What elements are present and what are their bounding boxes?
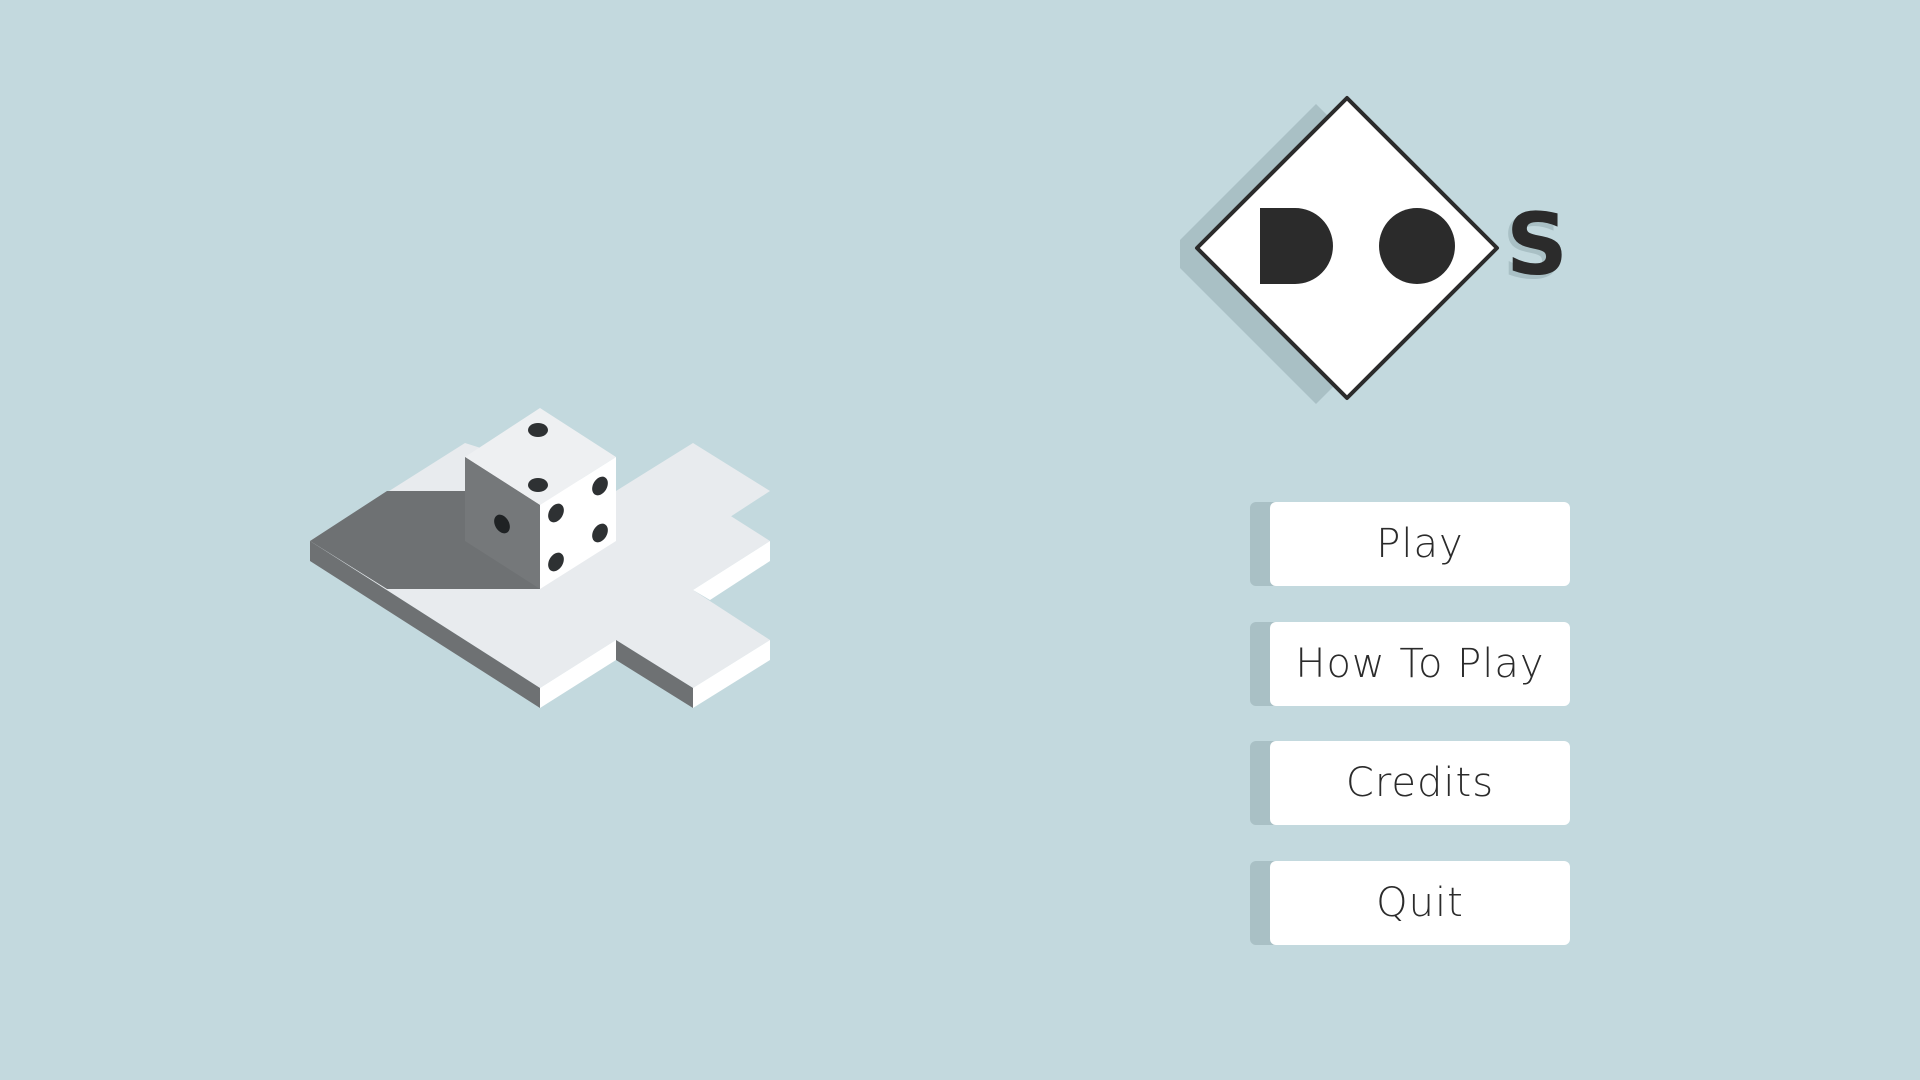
button-face[interactable]: Quit (1270, 860, 1570, 945)
credits-button[interactable]: Credits (1250, 741, 1570, 825)
board-illustration (310, 408, 770, 708)
how-to-play-button[interactable]: How To Play (1250, 621, 1570, 706)
play-button-label: Play (1376, 521, 1464, 567)
quit-button[interactable]: Quit (1250, 860, 1570, 945)
die-pip (528, 478, 548, 492)
credits-button-label: Credits (1345, 760, 1495, 806)
main-menu: Play How To Play Credits Quit (1250, 502, 1570, 980)
quit-button-label: Quit (1376, 879, 1464, 926)
how-to-play-button-label: How To Play (1295, 640, 1545, 687)
button-face[interactable]: Play (1270, 502, 1570, 586)
button-face[interactable]: Credits (1270, 741, 1570, 825)
logo-letter-d (1260, 208, 1333, 284)
main-menu-screen: S S Play How To Play Credits Quit (0, 0, 1920, 1080)
die-pip (528, 423, 548, 437)
button-face[interactable]: How To Play (1270, 621, 1570, 706)
play-button[interactable]: Play (1250, 502, 1570, 586)
logo-letter-o (1379, 208, 1455, 284)
game-logo: S S (1180, 96, 1568, 404)
logo-letter-s: S (1506, 195, 1568, 295)
